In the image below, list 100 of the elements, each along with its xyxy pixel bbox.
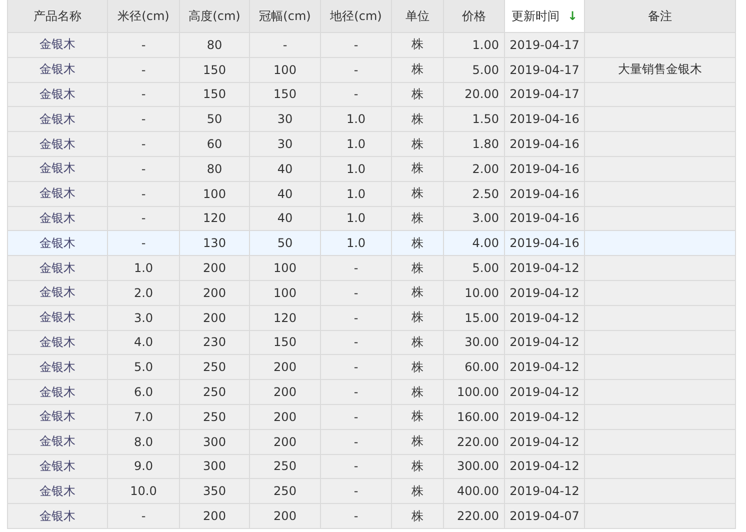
table-cell: 1.0: [346, 137, 366, 152]
table-row[interactable]: 金银木 7.0 250 200 - 株 160.00 2019-04-12: [8, 404, 736, 430]
table-cell: 2019-04-17: [510, 62, 580, 77]
table-cell: 2019-04-12: [510, 484, 580, 498]
table-cell: -: [141, 87, 146, 102]
table-cell: 2019-04-16: [510, 112, 580, 126]
table-cell: 6.0: [134, 385, 154, 400]
table-cell: 30.00: [464, 335, 499, 350]
table-cell: 株: [412, 210, 424, 225]
table-cell: -: [354, 87, 358, 102]
table-cell: -: [141, 211, 146, 226]
table-cell: 50: [277, 236, 293, 250]
table-row[interactable]: 金银木 - 150 100 - 株 5.00 2019-04-17 大量销售金银木: [8, 57, 736, 82]
table-cell: 2019-04-12: [510, 410, 580, 424]
table-cell: 200: [274, 360, 296, 374]
table-cell: 2.50: [472, 186, 499, 201]
table-row[interactable]: 金银木 - 80 40 1.0 株 2.00 2019-04-16: [8, 156, 736, 182]
table-cell: 8.0: [134, 434, 154, 449]
table-cell: 30: [277, 137, 293, 152]
table-cell: 10.0: [130, 484, 157, 498]
table-cell: 350: [203, 484, 226, 498]
table-cell: 2019-04-12: [510, 459, 580, 474]
table-cell: 2019-04-17: [510, 38, 580, 52]
table-cell: 1.0: [346, 112, 366, 126]
table-cell: 7.0: [134, 410, 154, 424]
table-cell: 100: [274, 286, 296, 300]
table-cell: 200: [203, 261, 226, 276]
table-cell: 220.00: [457, 434, 499, 449]
table-cell: 2019-04-12: [510, 434, 580, 449]
table-cell: 5.00: [472, 261, 499, 276]
table-row[interactable]: 金银木 6.0 250 200 - 株 100.00 2019-04-12: [8, 380, 736, 404]
table-row[interactable]: 金银木 - 60 30 1.0 株 1.80 2019-04-16: [8, 132, 736, 156]
table-row[interactable]: 金银木 - 150 150 - 株 20.00 2019-04-17: [8, 82, 736, 107]
table-cell: 株: [412, 86, 424, 101]
table-cell: 80: [206, 38, 222, 52]
table-cell: 株: [412, 62, 424, 76]
table-row[interactable]: 金银木 - 130 50 1.0 株 4.00 2019-04-16: [8, 230, 736, 256]
table-cell: 1.0: [346, 162, 366, 176]
table-cell: 株: [412, 260, 424, 275]
table-cell: 20.00: [464, 87, 499, 102]
table-cell: 株: [412, 360, 424, 374]
table-cell: 株: [412, 484, 424, 498]
table-row[interactable]: 金银木 - 80 - - 株 1.00 2019-04-17: [8, 32, 736, 58]
sort-descending-icon[interactable]: ↓: [567, 9, 578, 23]
table-row[interactable]: 金银木 5.0 250 200 - 株 60.00 2019-04-12: [8, 354, 736, 380]
table-cell: -: [354, 484, 358, 498]
table-row[interactable]: 金银木 4.0 230 150 - 株 30.00 2019-04-12: [8, 330, 736, 355]
table-cell: 2.0: [134, 286, 154, 300]
table-cell: 株: [412, 236, 424, 250]
table-cell: -: [141, 162, 146, 176]
column-header[interactable]: 更新时间: [511, 8, 560, 24]
table-cell: -: [141, 112, 146, 126]
table-row[interactable]: 金银木 3.0 200 120 - 株 15.00 2019-04-12: [8, 305, 736, 330]
table-cell: 9.0: [134, 459, 154, 474]
table-cell: 200: [274, 509, 296, 524]
table-row[interactable]: 金银木 - 100 40 1.0 株 2.50 2019-04-16: [8, 181, 736, 206]
table-cell: -: [354, 509, 358, 524]
table-cell: 250: [274, 484, 296, 498]
table-cell: 2.00: [472, 162, 499, 176]
table-cell: 100: [274, 62, 296, 77]
table-cell: 1.0: [346, 211, 366, 226]
table-cell: -: [141, 137, 146, 152]
table-cell: 120: [203, 211, 226, 226]
table-cell: 50: [206, 112, 222, 126]
table-cell: 5.0: [134, 360, 154, 374]
table-row[interactable]: 金银木 1.0 200 100 - 株 5.00 2019-04-12: [8, 256, 736, 280]
table-cell: 400.00: [457, 484, 499, 498]
table-cell: 株: [412, 458, 424, 473]
table-cell: 2019-04-12: [510, 335, 580, 350]
table-cell: -: [354, 286, 358, 300]
table-cell: 株: [412, 186, 424, 200]
table-cell: -: [354, 261, 358, 276]
table-cell: 2019-04-07: [510, 509, 580, 524]
table-row[interactable]: 金银木 - 120 40 1.0 株 3.00 2019-04-16: [8, 206, 736, 231]
table-cell: -: [354, 62, 358, 77]
table-row[interactable]: 金银木 10.0 350 250 - 株 400.00 2019-04-12: [8, 478, 736, 504]
table-cell: -: [282, 38, 288, 52]
table-cell: 2019-04-12: [510, 261, 580, 276]
column-header[interactable]: 备注: [648, 8, 672, 24]
table-cell: -: [354, 410, 358, 424]
table-cell: 株: [412, 37, 424, 52]
table-cell: 10.00: [464, 286, 499, 300]
table-cell: 300: [203, 434, 226, 449]
table-row[interactable]: 金银木 8.0 300 200 - 株 220.00 2019-04-12: [8, 429, 736, 454]
table-cell: 4.0: [134, 335, 154, 350]
table-row[interactable]: 金银木 2.0 200 100 - 株 10.00 2019-04-12: [8, 280, 736, 306]
table-cell: 60.00: [464, 360, 499, 374]
table-row[interactable]: 金银木 - 50 30 1.0 株 1.50 2019-04-16: [8, 106, 736, 132]
table-row[interactable]: 金银木 9.0 300 250 - 株 300.00 2019-04-12: [8, 454, 736, 479]
table-cell: 300: [203, 459, 226, 474]
table-cell: 1.0: [346, 236, 366, 250]
table-cell: 250: [203, 360, 226, 374]
table-cell: 2019-04-12: [510, 310, 580, 325]
table-cell: 150: [203, 62, 226, 77]
table-cell: 3.00: [472, 211, 499, 226]
table-cell: 2019-04-16: [510, 236, 580, 250]
table-row[interactable]: 金银木 - 200 200 - 株 220.00 2019-04-07: [8, 504, 736, 528]
table-cell: 1.50: [472, 112, 499, 126]
table-cell: 1.00: [472, 38, 499, 52]
table-cell: 300.00: [457, 459, 499, 474]
